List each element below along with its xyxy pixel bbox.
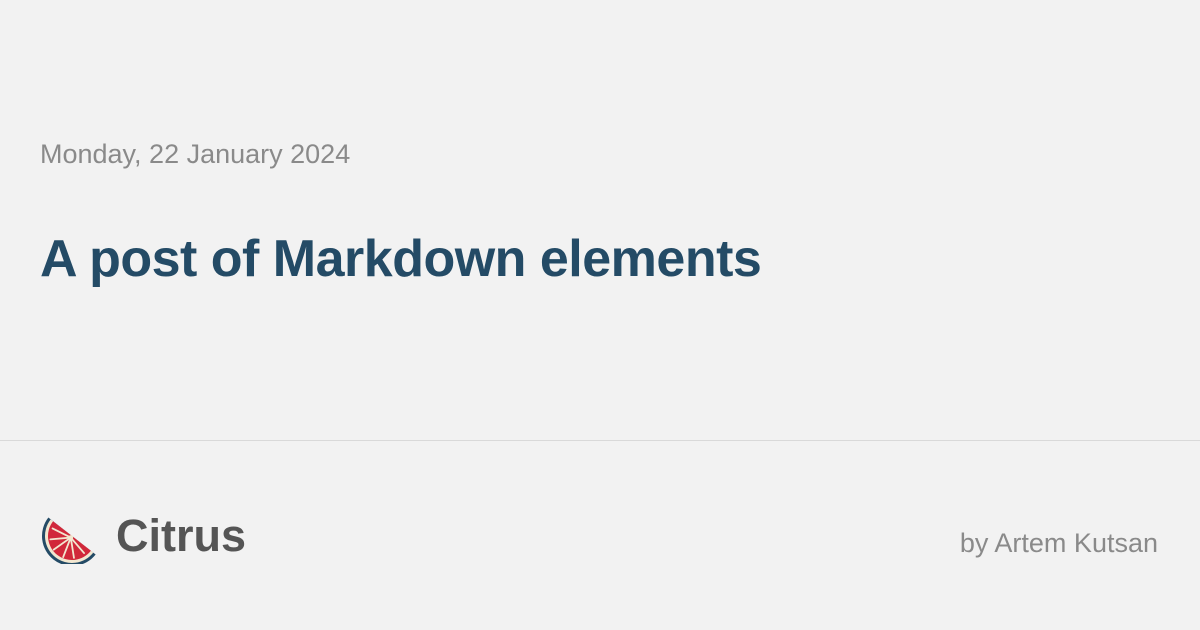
author-byline: by Artem Kutsan [959, 528, 1158, 558]
grapefruit-slice-icon [42, 517, 96, 564]
post-date: Monday, 22 January 2024 [40, 139, 351, 169]
site-name: Citrus [116, 510, 247, 561]
post-title: A post of Markdown elements [40, 230, 762, 288]
site-logo[interactable]: Citrus [40, 506, 246, 566]
divider [0, 440, 1200, 441]
